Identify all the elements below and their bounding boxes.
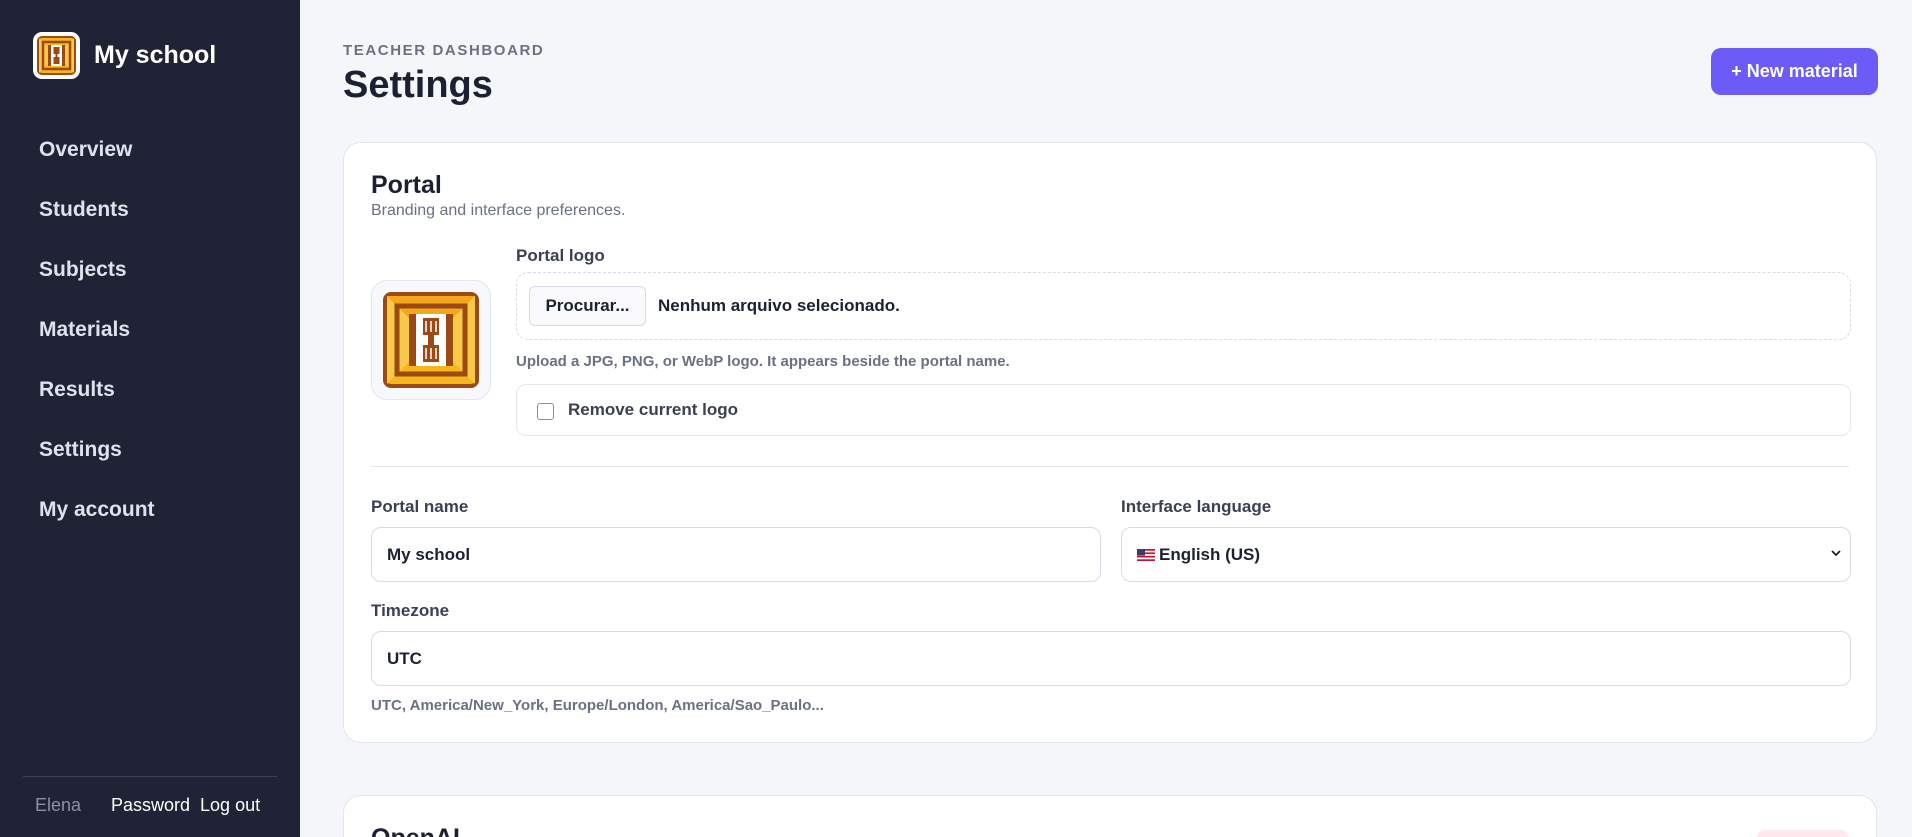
sidebar-item-materials[interactable]: Materials (39, 300, 155, 360)
portal-section-subtitle: Branding and interface preferences. (371, 202, 626, 219)
timezone-hint: UTC, America/New_York, Europe/London, Am… (371, 697, 824, 714)
timezone-label: Timezone (371, 601, 450, 620)
portal-logo-icon (383, 292, 479, 388)
portal-name-value: My school (387, 544, 471, 564)
sidebar-item-overview[interactable]: Overview (39, 120, 155, 180)
timezone-input[interactable]: UTC (371, 631, 1851, 686)
remove-logo-label: Remove current logo (568, 400, 739, 419)
page-eyebrow: TEACHER DASHBOARD (343, 42, 545, 59)
school-logo-icon (33, 32, 80, 79)
portal-name-label: Portal name (371, 497, 469, 516)
timezone-value: UTC (387, 648, 422, 668)
sidebar-item-students[interactable]: Students (39, 180, 155, 240)
sidebar-item-subjects[interactable]: Subjects (39, 240, 155, 300)
logout-link[interactable]: Log out (200, 795, 260, 816)
sidebar-item-results[interactable]: Results (39, 360, 155, 420)
portal-name-input[interactable]: My school (371, 527, 1101, 582)
page-title: Settings (343, 64, 493, 106)
chevron-down-icon (1830, 546, 1842, 562)
browse-button[interactable]: Procurar... (529, 286, 646, 326)
interface-language-select[interactable]: English (US) (1121, 527, 1851, 582)
sidebar-footer: Elena Password Log out (23, 776, 277, 815)
sidebar-nav: Overview Students Subjects Materials Res… (39, 120, 155, 540)
current-user-name: Elena (35, 795, 82, 815)
main-content: TEACHER DASHBOARD Settings + New materia… (300, 0, 1912, 837)
logo-preview (371, 280, 491, 400)
brand[interactable]: My school (33, 32, 216, 79)
remove-logo-option[interactable]: Remove current logo (516, 384, 1851, 436)
status-badge (1757, 830, 1849, 837)
remove-logo-checkbox[interactable] (537, 403, 554, 420)
password-link[interactable]: Password (111, 795, 190, 816)
interface-language-label: Interface language (1121, 497, 1272, 516)
file-status-text: Nenhum arquivo selecionado. (658, 296, 900, 315)
portal-logo-label: Portal logo (516, 246, 605, 265)
us-flag-icon (1137, 548, 1155, 561)
portal-settings-card: Portal Branding and interface preference… (343, 142, 1877, 743)
sidebar-item-my-account[interactable]: My account (39, 480, 155, 540)
new-material-button[interactable]: + New material (1711, 48, 1878, 95)
interface-language-value: English (US) (1159, 544, 1261, 564)
openai-section-title: OpenAI (371, 824, 460, 837)
brand-name: My school (94, 41, 217, 69)
openai-settings-card: OpenAI (343, 795, 1877, 837)
logo-file-input[interactable]: Procurar... Nenhum arquivo selecionado. (516, 272, 1851, 340)
sidebar-item-settings[interactable]: Settings (39, 420, 155, 480)
section-divider (371, 466, 1849, 467)
logo-hint: Upload a JPG, PNG, or WebP logo. It appe… (516, 353, 1010, 370)
sidebar: My school Overview Students Subjects Mat… (0, 0, 300, 837)
portal-section-title: Portal (371, 171, 442, 199)
